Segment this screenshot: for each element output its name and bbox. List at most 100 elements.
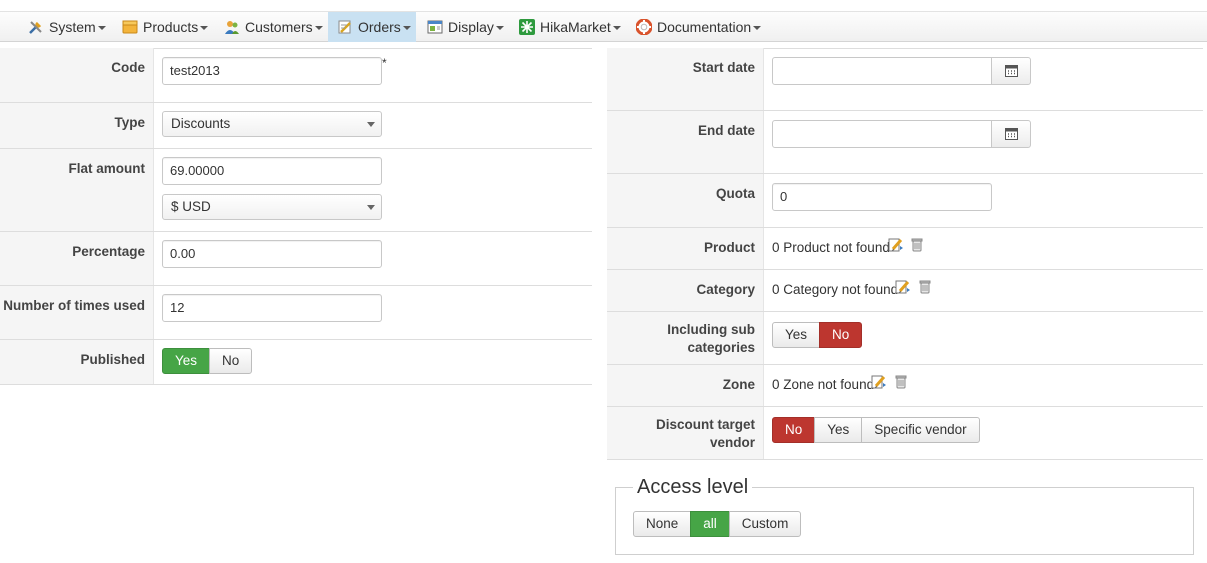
including-subcategories-label: Including sub categories <box>667 322 755 355</box>
menu-documentation[interactable]: Documentation <box>635 12 762 42</box>
edit-icon[interactable] <box>871 374 887 390</box>
vendor-yes-button[interactable]: Yes <box>814 417 863 443</box>
orders-icon <box>337 19 353 35</box>
menu-orders-label: Orders <box>358 19 401 35</box>
access-all-button[interactable]: all <box>690 511 730 537</box>
start-date-input[interactable] <box>772 57 992 85</box>
end-date-label: End date <box>697 123 755 138</box>
type-row: Type Discounts <box>0 103 592 149</box>
including-subcategories-row: Including sub categories Yes No <box>607 312 1203 365</box>
hikamarket-icon <box>519 19 535 35</box>
edit-icon[interactable] <box>895 279 911 295</box>
product-status: 0 Product not found <box>772 240 890 255</box>
published-yes-button[interactable]: Yes <box>162 348 211 374</box>
zone-row: Zone 0 Zone not found <box>607 365 1203 407</box>
menu-documentation-label: Documentation <box>657 19 752 35</box>
quota-row: Quota 0 <box>607 174 1203 228</box>
menu-display-label: Display <box>448 19 494 35</box>
percentage-input[interactable]: 0.00 <box>162 240 382 268</box>
type-select-value: Discounts <box>171 116 231 131</box>
code-label: Code <box>111 60 145 75</box>
product-label: Product <box>703 240 755 255</box>
calendar-icon <box>1004 65 1018 77</box>
discount-target-vendor-label: Discount target vendor <box>655 417 755 450</box>
trash-icon[interactable] <box>909 237 925 253</box>
chevron-down-icon <box>402 26 411 30</box>
published-row: Published Yes No <box>0 340 592 385</box>
chevron-down-icon <box>612 26 621 30</box>
calendar-icon <box>1004 128 1018 140</box>
end-date-calendar-button[interactable] <box>991 120 1031 148</box>
access-custom-button[interactable]: Custom <box>728 511 802 537</box>
chevron-down-icon <box>97 26 106 30</box>
quota-input[interactable]: 0 <box>772 183 992 211</box>
edit-icon[interactable] <box>888 237 904 253</box>
trash-icon[interactable] <box>917 279 933 295</box>
start-date-label: Start date <box>692 60 755 75</box>
code-input[interactable]: test2013 <box>162 57 382 85</box>
chevron-down-icon <box>495 26 504 30</box>
published-no-button[interactable]: No <box>209 348 253 374</box>
menu-system[interactable]: System <box>28 12 106 42</box>
category-label: Category <box>696 282 755 297</box>
subcategories-no-button[interactable]: No <box>819 322 863 348</box>
percentage-label: Percentage <box>72 244 145 259</box>
trash-icon[interactable] <box>893 374 909 390</box>
end-date-input[interactable] <box>772 120 992 148</box>
start-date-calendar-button[interactable] <box>991 57 1031 85</box>
top-strip <box>0 0 1207 12</box>
flat-amount-label: Flat amount <box>68 161 146 176</box>
dropdown-arrow-icon <box>367 205 375 210</box>
display-icon <box>427 19 443 35</box>
start-date-row: Start date <box>607 48 1203 111</box>
flat-amount-row: Flat amount 69.00000 $ USD <box>0 149 592 232</box>
menu-hikamarket[interactable]: HikaMarket <box>519 12 621 42</box>
currency-select[interactable]: $ USD <box>162 194 382 220</box>
access-none-button[interactable]: None <box>633 511 692 537</box>
published-toggle: Yes No <box>162 348 253 374</box>
discount-target-vendor-toggle: No Yes Specific vendor <box>772 417 980 443</box>
chevron-down-icon <box>314 26 323 30</box>
category-row: Category 0 Category not found <box>607 270 1203 312</box>
menu-orders[interactable]: Orders <box>328 12 416 42</box>
lifebuoy-icon <box>635 18 653 36</box>
menu-system-label: System <box>49 19 96 35</box>
published-label: Published <box>80 352 145 367</box>
chevron-down-icon <box>753 26 762 30</box>
admin-menu-bar: System Products Customers Orders Display… <box>0 12 1207 42</box>
zone-status: 0 Zone not found <box>772 377 875 392</box>
box-icon <box>122 19 138 35</box>
times-used-input[interactable]: 12 <box>162 294 382 322</box>
menu-customers-label: Customers <box>245 19 313 35</box>
vendor-specific-button[interactable]: Specific vendor <box>861 417 980 443</box>
menu-display[interactable]: Display <box>427 12 504 42</box>
including-subcategories-toggle: Yes No <box>772 322 863 348</box>
access-level-legend: Access level <box>633 474 753 500</box>
percentage-row: Percentage 0.00 <box>0 232 592 286</box>
access-level-toggle: None all Custom <box>633 511 802 537</box>
menu-customers[interactable]: Customers <box>224 12 323 42</box>
times-used-label: Number of times used <box>3 298 145 313</box>
end-date-row: End date <box>607 111 1203 174</box>
subcategories-yes-button[interactable]: Yes <box>772 322 821 348</box>
times-used-row: Number of times used 12 <box>0 286 592 340</box>
currency-select-value: $ USD <box>171 199 211 214</box>
code-row: Code test2013 * <box>0 48 592 103</box>
flat-amount-input[interactable]: 69.00000 <box>162 157 382 185</box>
menu-products[interactable]: Products <box>122 12 209 42</box>
tools-icon <box>28 19 44 35</box>
zone-label: Zone <box>722 377 755 392</box>
chevron-down-icon <box>200 26 209 30</box>
required-mark: * <box>382 56 387 70</box>
type-select[interactable]: Discounts <box>162 111 382 137</box>
type-label: Type <box>114 115 145 130</box>
menu-products-label: Products <box>143 19 199 35</box>
product-row: Product 0 Product not found <box>607 228 1203 270</box>
menu-hikamarket-label: HikaMarket <box>540 19 611 35</box>
users-icon <box>224 19 240 35</box>
dropdown-arrow-icon <box>367 122 375 127</box>
category-status: 0 Category not found <box>772 282 899 297</box>
vendor-no-button[interactable]: No <box>772 417 816 443</box>
discount-target-vendor-row: Discount target vendor No Yes Specific ve… <box>607 407 1203 460</box>
quota-label: Quota <box>716 186 755 201</box>
